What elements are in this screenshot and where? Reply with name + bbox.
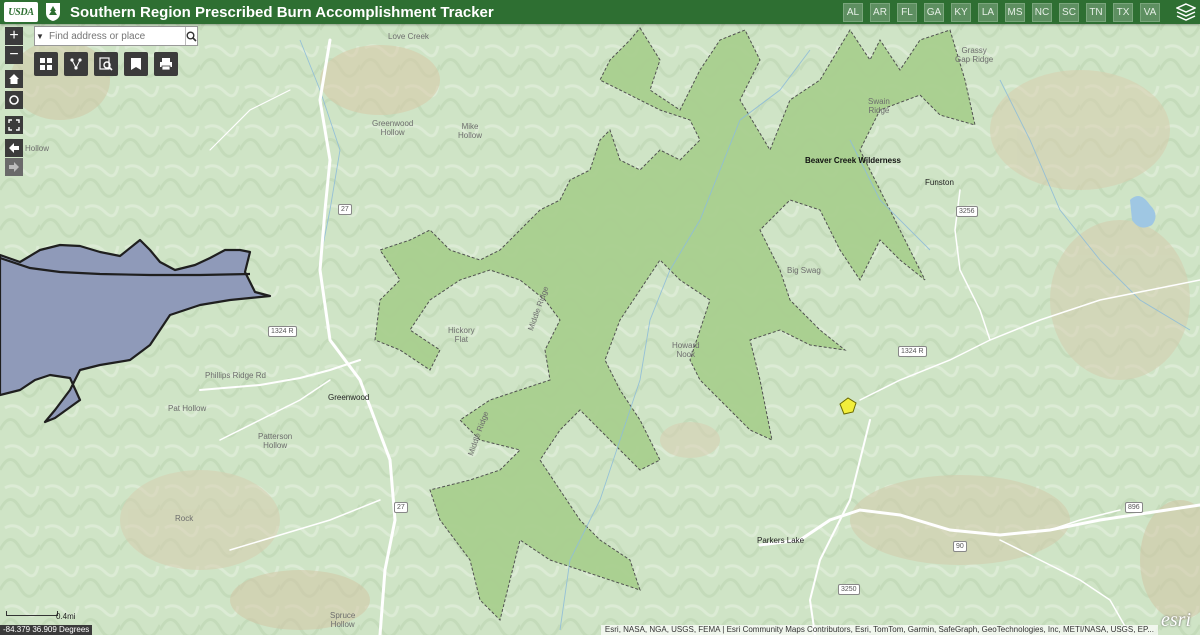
previous-extent-button[interactable] [5,139,23,157]
fullscreen-button[interactable] [5,116,23,134]
state-button-fl[interactable]: FL [897,3,917,22]
bookmarks-button[interactable] [124,52,148,76]
road-shield-3256: 3256 [956,206,978,217]
state-button-va[interactable]: VA [1140,3,1160,22]
search-icon [186,31,197,42]
map-attribution[interactable]: Esri, NASA, NGA, USGS, FEMA | Esri Commu… [600,625,1158,635]
scale-bar [6,611,58,616]
label-beaver-creek-wilderness: Beaver Creek Wilderness [805,156,901,165]
state-button-ar[interactable]: AR [870,3,890,22]
search-widget: ▼ [34,26,198,46]
label-hollow-left: Hollow [25,144,50,153]
locate-icon [9,95,19,105]
label-phillips-ridge-rd: Phillips Ridge Rd [205,371,266,380]
usda-logo: USDA [4,2,38,22]
road-shield-3250: 3250 [838,584,860,595]
state-button-al[interactable]: AL [843,3,863,22]
coordinate-readout: -84.379 36.909 Degrees [0,625,93,635]
home-button[interactable] [5,70,23,88]
layers-icon[interactable] [1176,3,1196,21]
label-howard-nook: Howard Nook [672,341,700,359]
bookmark-icon [131,58,141,70]
next-extent-button[interactable] [5,158,23,176]
app-header: USDA Southern Region Prescribed Burn Acc… [0,0,1200,24]
search-source-dropdown[interactable]: ▼ [35,27,45,45]
map-view[interactable]: Beaver Creek Wilderness Greenwood Parker… [0,24,1200,635]
arrow-left-icon [9,143,19,153]
label-mike-hollow: Mike Hollow [458,122,483,140]
basemap-canvas [0,24,1200,635]
label-love-creek: Love Creek [388,32,429,41]
label-big-swag: Big Swag [787,266,821,275]
state-button-sc[interactable]: SC [1059,3,1079,22]
state-button-ky[interactable]: KY [951,3,971,22]
search-button[interactable] [185,27,197,45]
app-title: Southern Region Prescribed Burn Accompli… [70,3,494,21]
label-parkers-lake: Parkers Lake [757,536,805,545]
label-patterson-hollow: Patterson Hollow [258,432,293,450]
home-icon [9,74,19,84]
state-button-nc[interactable]: NC [1032,3,1052,22]
label-grassy-gap-ridge: Grassy Gap Ridge [955,46,994,64]
share-icon [70,58,82,70]
road-shield-896: 896 [1125,502,1143,513]
label-greenwood: Greenwood [328,393,370,402]
magnify-document-icon [99,57,113,71]
label-spruce-hollow: Spruce Hollow [330,611,356,629]
share-button[interactable] [64,52,88,76]
label-greenwood-hollow: Greenwood Hollow [372,119,414,137]
label-pat-hollow: Pat Hollow [168,404,207,413]
print-button[interactable] [154,52,178,76]
esri-logo: esri [1161,609,1191,631]
label-swain-ridge: Swain Ridge [868,97,890,115]
label-rock: Rock [175,514,194,523]
state-button-tn[interactable]: TN [1086,3,1106,22]
road-shield-1324r: 1324 R [268,326,297,337]
basemap-gallery-button[interactable] [34,52,58,76]
state-selector: AL AR FL GA KY LA MS NC SC TN TX VA [843,3,1160,22]
state-button-ms[interactable]: MS [1005,3,1025,22]
scale-bar-label: 0.4mi [56,612,76,621]
road-shield-27-south: 27 [394,502,408,513]
state-button-ga[interactable]: GA [924,3,944,22]
road-shield-90: 90 [953,541,967,552]
locate-button[interactable] [5,91,23,109]
state-button-la[interactable]: LA [978,3,998,22]
zoom-out-button[interactable]: − [5,46,23,64]
state-button-tx[interactable]: TX [1113,3,1133,22]
fullscreen-icon [8,119,20,131]
zoom-in-button[interactable]: + [5,27,23,45]
arrow-right-icon [9,162,19,172]
label-hickory-flat: Hickory Flat [448,326,475,344]
printer-icon [160,58,172,71]
forest-service-shield-icon [46,3,60,21]
search-input[interactable] [45,27,185,45]
query-button[interactable] [94,52,118,76]
label-funston: Funston [925,178,954,187]
road-shield-1324r-east: 1324 R [898,346,927,357]
road-shield-27: 27 [338,204,352,215]
grid-icon [40,58,52,70]
